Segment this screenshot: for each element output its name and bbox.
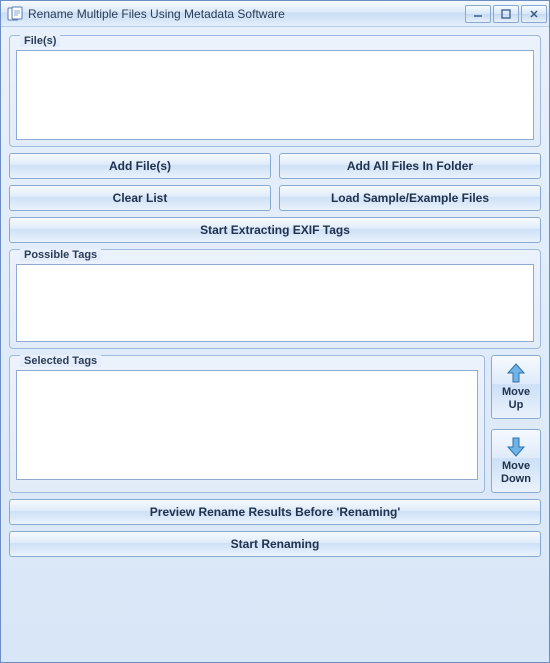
move-up-button[interactable]: Move Up: [491, 355, 541, 419]
arrow-down-icon: [505, 436, 527, 458]
start-extract-button[interactable]: Start Extracting EXIF Tags: [9, 217, 541, 243]
move-down-button[interactable]: Move Down: [491, 429, 541, 493]
files-legend: File(s): [20, 35, 60, 47]
app-icon: [7, 6, 23, 22]
titlebar: Rename Multiple Files Using Metadata Sof…: [1, 1, 549, 27]
move-up-label: Move Up: [494, 386, 538, 412]
move-buttons-column: Move Up Move Down: [491, 355, 541, 493]
selected-tags-group: Selected Tags: [9, 355, 485, 493]
clear-list-button[interactable]: Clear List: [9, 185, 271, 211]
selected-tags-listbox[interactable]: [16, 370, 478, 480]
possible-tags-legend: Possible Tags: [20, 249, 101, 261]
file-buttons-row-2: Clear List Load Sample/Example Files: [9, 185, 541, 211]
window-buttons: [465, 5, 547, 23]
close-button[interactable]: [521, 5, 547, 23]
maximize-button[interactable]: [493, 5, 519, 23]
add-all-files-button[interactable]: Add All Files In Folder: [279, 153, 541, 179]
add-files-button[interactable]: Add File(s): [9, 153, 271, 179]
possible-tags-group: Possible Tags: [9, 249, 541, 349]
arrow-up-icon: [505, 362, 527, 384]
files-listbox[interactable]: [16, 50, 534, 140]
selected-tags-row: Selected Tags Move Up: [9, 355, 541, 493]
selected-tags-legend: Selected Tags: [20, 355, 101, 367]
start-rename-button[interactable]: Start Renaming: [9, 531, 541, 557]
load-sample-button[interactable]: Load Sample/Example Files: [279, 185, 541, 211]
minimize-button[interactable]: [465, 5, 491, 23]
window-title: Rename Multiple Files Using Metadata Sof…: [28, 7, 465, 21]
file-buttons-row-1: Add File(s) Add All Files In Folder: [9, 153, 541, 179]
files-group: File(s): [9, 35, 541, 147]
app-window: Rename Multiple Files Using Metadata Sof…: [0, 0, 550, 663]
possible-tags-listbox[interactable]: [16, 264, 534, 342]
content-area: File(s) Add File(s) Add All Files In Fol…: [1, 27, 549, 662]
preview-button[interactable]: Preview Rename Results Before 'Renaming': [9, 499, 541, 525]
move-down-label: Move Down: [494, 460, 538, 486]
